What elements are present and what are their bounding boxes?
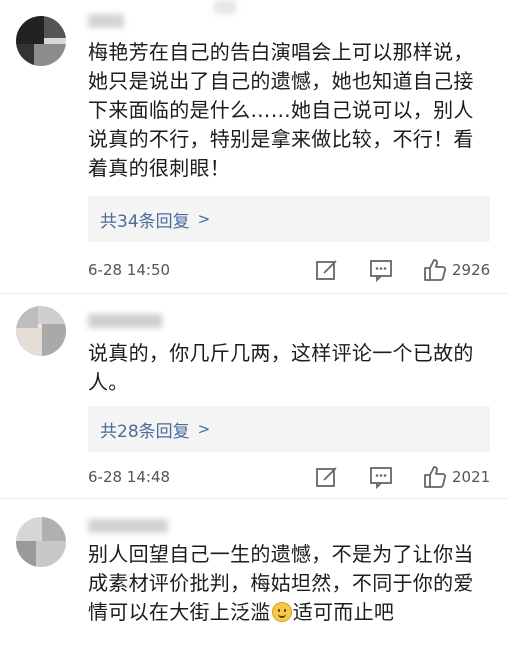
comment-text: 梅艳芳在自己的告白演唱会上可以那样说，她只是说出了自己的遗憾，她也知道自己接下来… <box>88 40 474 180</box>
edit-icon[interactable] <box>314 464 340 490</box>
view-replies-button[interactable]: 共28条回复 > <box>88 406 490 452</box>
comment-text: 说真的，你几斤几两，这样评论一个已故的人。 <box>88 341 474 394</box>
comment-2: 说真的，你几斤几两，这样评论一个已故的人。 共28条回复 > 6-28 14:4… <box>0 294 508 494</box>
replies-count: 共34条回复 <box>100 211 190 232</box>
username-blurred[interactable] <box>88 314 162 328</box>
avatar[interactable] <box>16 517 66 567</box>
chevron-right-icon: > <box>197 210 211 228</box>
comment-text-after: 适可而止吧 <box>292 600 395 624</box>
username-blurred-extra <box>214 0 236 14</box>
smiley-emoji <box>271 602 292 622</box>
avatar[interactable] <box>16 16 66 66</box>
username-blurred[interactable] <box>88 14 124 28</box>
comment-time: 6-28 14:50 <box>88 261 171 279</box>
comment-text: 别人回望自己一生的遗憾，不是为了让你当成素材评价批判，梅姑坦然，不同于你的爱情可… <box>88 540 493 627</box>
comment-icon[interactable] <box>368 464 394 490</box>
replies-count: 共28条回复 <box>100 421 190 442</box>
avatar[interactable] <box>16 306 66 356</box>
like-count: 2021 <box>452 468 491 486</box>
thumbs-up-icon[interactable] <box>422 257 448 283</box>
comment-icon[interactable] <box>368 257 394 283</box>
thumbs-up-icon[interactable] <box>422 464 448 490</box>
comment-3: 别人回望自己一生的遗憾，不是为了让你当成素材评价批判，梅姑坦然，不同于你的爱情可… <box>0 499 508 657</box>
comment-meta: 6-28 14:50 2926 <box>88 257 498 285</box>
comment-meta: 6-28 14:48 2021 <box>88 464 498 492</box>
edit-icon[interactable] <box>314 257 340 283</box>
comment-1: 梅艳芳在自己的告白演唱会上可以那样说，她只是说出了自己的遗憾，她也知道自己接下来… <box>0 0 508 290</box>
like-count: 2926 <box>452 261 491 279</box>
chevron-right-icon: > <box>197 420 211 438</box>
view-replies-button[interactable]: 共34条回复 > <box>88 196 490 242</box>
comment-time: 6-28 14:48 <box>88 468 171 486</box>
username-blurred[interactable] <box>88 519 168 533</box>
